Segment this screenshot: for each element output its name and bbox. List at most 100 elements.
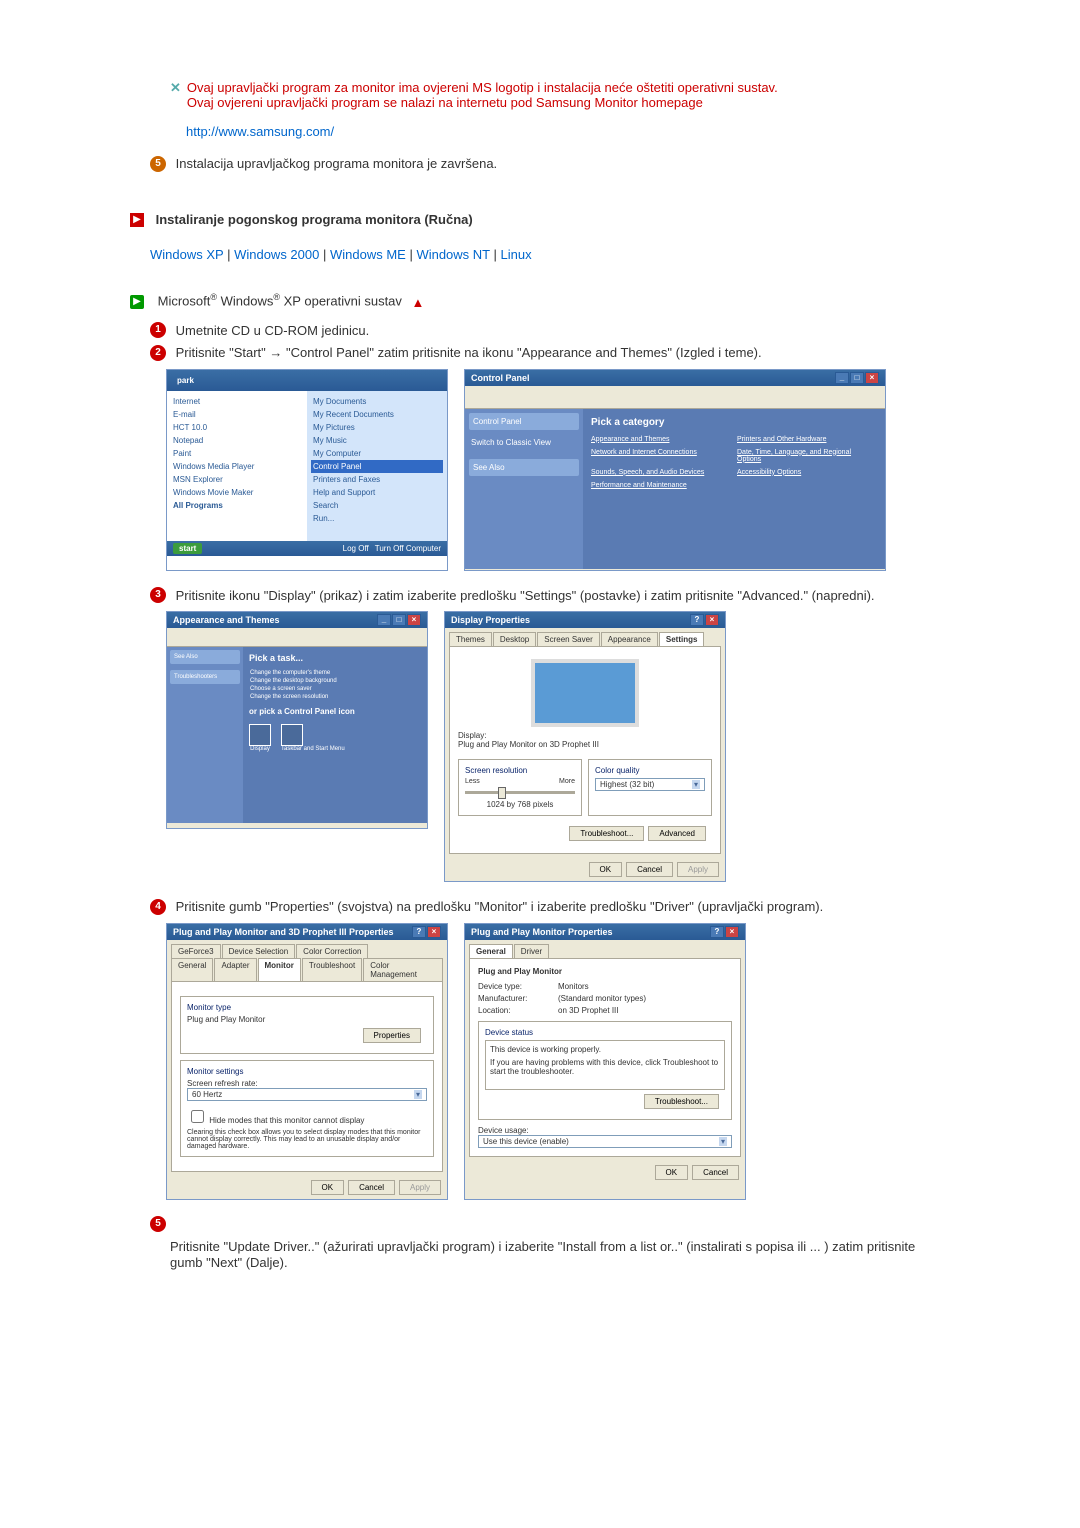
cancel-button[interactable]: Cancel [348, 1180, 395, 1195]
os-links-row: Windows XP | Windows 2000 | Windows ME |… [150, 247, 950, 262]
sm-item[interactable]: Internet [171, 395, 303, 408]
sm-item[interactable]: My Computer [311, 447, 443, 460]
display-icon[interactable] [249, 724, 271, 746]
sm-item[interactable]: Windows Movie Maker [171, 486, 303, 499]
tab-troubleshoot[interactable]: Troubleshoot [302, 958, 362, 981]
properties-button[interactable]: Properties [363, 1028, 421, 1043]
cp-item[interactable]: Printers and Other Hardware [737, 436, 877, 443]
up-arrow-icon[interactable]: ▲ [412, 295, 425, 310]
cp-item[interactable]: Network and Internet Connections [591, 449, 731, 463]
samsung-link[interactable]: http://www.samsung.com/ [186, 124, 334, 139]
refresh-val: 60 Hertz [192, 1090, 222, 1099]
close-icon[interactable]: × [407, 614, 421, 626]
link-linux[interactable]: Linux [501, 247, 532, 262]
hide-modes-checkbox[interactable] [191, 1110, 204, 1123]
help-icon[interactable]: ? [710, 926, 724, 938]
cp-item[interactable]: Performance and Maintenance [591, 482, 731, 489]
minimize-icon[interactable]: _ [835, 372, 849, 384]
apply-button[interactable]: Apply [677, 862, 719, 877]
at-task[interactable]: Change the desktop background [249, 677, 421, 685]
maximize-icon[interactable]: □ [850, 372, 864, 384]
troubleshoot-button[interactable]: Troubleshoot... [644, 1094, 719, 1109]
maximize-icon[interactable]: □ [392, 614, 406, 626]
cp-item[interactable]: Accessibility Options [737, 469, 877, 476]
tab-desktop[interactable]: Desktop [493, 632, 536, 646]
cancel-button[interactable]: Cancel [692, 1165, 739, 1180]
cp-item-appearance[interactable]: Appearance and Themes [591, 436, 731, 443]
help-icon[interactable]: ? [412, 926, 426, 938]
device-usage-select[interactable]: Use this device (enable) ▾ [478, 1135, 732, 1148]
tab-device-sel[interactable]: Device Selection [222, 944, 296, 958]
cp-side-item[interactable]: Switch to Classic View [469, 436, 579, 449]
turn-off-button[interactable]: Turn Off Computer [375, 544, 441, 553]
tab-screensaver[interactable]: Screen Saver [537, 632, 599, 646]
tab-adapter[interactable]: Adapter [214, 958, 256, 981]
sm-item[interactable]: Printers and Faxes [311, 473, 443, 486]
sm-item[interactable]: Search [311, 499, 443, 512]
mf-label: Manufacturer: [478, 994, 558, 1003]
cp-item[interactable]: Date, Time, Language, and Regional Optio… [737, 449, 877, 463]
cancel-button[interactable]: Cancel [626, 862, 673, 877]
sm-item[interactable]: Run... [311, 512, 443, 525]
sm-item[interactable]: My Music [311, 434, 443, 447]
sm-item[interactable]: My Pictures [311, 421, 443, 434]
sm-item[interactable]: My Documents [311, 395, 443, 408]
color-quality-select[interactable]: Highest (32 bit) ▾ [595, 778, 705, 791]
at-icon-label: Taskbar and Start Menu [281, 746, 345, 752]
link-windows-2000[interactable]: Windows 2000 [234, 247, 319, 262]
start-button[interactable]: start [173, 543, 202, 554]
at-task[interactable]: Change the computer's theme [249, 669, 421, 677]
sm-item[interactable]: MSN Explorer [171, 473, 303, 486]
sm-item[interactable]: HCT 10.0 [171, 421, 303, 434]
monitor-preview-icon [531, 659, 639, 727]
at-task[interactable]: Choose a screen saver [249, 685, 421, 693]
resolution-slider[interactable] [465, 791, 575, 794]
tab-general[interactable]: General [171, 958, 213, 981]
tab-color-corr[interactable]: Color Correction [296, 944, 368, 958]
tab-monitor[interactable]: Monitor [258, 958, 301, 981]
section-title: Instaliranje pogonskog programa monitora… [156, 212, 473, 227]
sm-item[interactable]: Notepad [171, 434, 303, 447]
sm-item[interactable]: E-mail [171, 408, 303, 421]
mp-title: Plug and Play Monitor Properties [471, 927, 613, 937]
ok-button[interactable]: OK [589, 862, 623, 877]
at-task-header: Pick a task... [249, 653, 421, 663]
tab-geforce[interactable]: GeForce3 [171, 944, 221, 958]
chevron-down-icon: ▾ [719, 1137, 727, 1146]
link-windows-xp[interactable]: Windows XP [150, 247, 223, 262]
cp-item[interactable]: Sounds, Speech, and Audio Devices [591, 469, 731, 476]
tab-settings[interactable]: Settings [659, 632, 705, 646]
tab-general[interactable]: General [469, 944, 513, 958]
log-off-button[interactable]: Log Off [343, 544, 369, 553]
minimize-icon[interactable]: _ [377, 614, 391, 626]
close-icon[interactable]: × [427, 926, 441, 938]
step-4-text: Pritisnite gumb "Properties" (svojstva) … [176, 899, 824, 914]
refresh-rate-select[interactable]: 60 Hertz ▾ [187, 1088, 427, 1101]
help-icon[interactable]: ? [690, 614, 704, 626]
green-arrow-icon: ▶ [130, 295, 144, 309]
ok-button[interactable]: OK [311, 1180, 345, 1195]
ok-button[interactable]: OK [655, 1165, 689, 1180]
sm-control-panel[interactable]: Control Panel [311, 460, 443, 473]
tab-driver[interactable]: Driver [514, 944, 549, 958]
sm-all-programs[interactable]: All Programs [171, 499, 303, 512]
sm-item[interactable]: Paint [171, 447, 303, 460]
cp-side-item[interactable]: Control Panel [469, 413, 579, 430]
sm-item[interactable]: Help and Support [311, 486, 443, 499]
troubleshoot-button[interactable]: Troubleshoot... [569, 826, 644, 841]
taskbar-icon[interactable] [281, 724, 303, 746]
apply-button[interactable]: Apply [399, 1180, 441, 1195]
close-icon[interactable]: × [725, 926, 739, 938]
section-arrow-icon: ▶ [130, 213, 144, 227]
link-windows-nt[interactable]: Windows NT [416, 247, 489, 262]
sm-item[interactable]: Windows Media Player [171, 460, 303, 473]
advanced-button[interactable]: Advanced [648, 826, 706, 841]
at-task[interactable]: Change the screen resolution [249, 693, 421, 701]
tab-themes[interactable]: Themes [449, 632, 492, 646]
tab-appearance[interactable]: Appearance [601, 632, 658, 646]
sm-item[interactable]: My Recent Documents [311, 408, 443, 421]
close-icon[interactable]: × [705, 614, 719, 626]
tab-colormgmt[interactable]: Color Management [363, 958, 443, 981]
link-windows-me[interactable]: Windows ME [330, 247, 406, 262]
close-icon[interactable]: × [865, 372, 879, 384]
